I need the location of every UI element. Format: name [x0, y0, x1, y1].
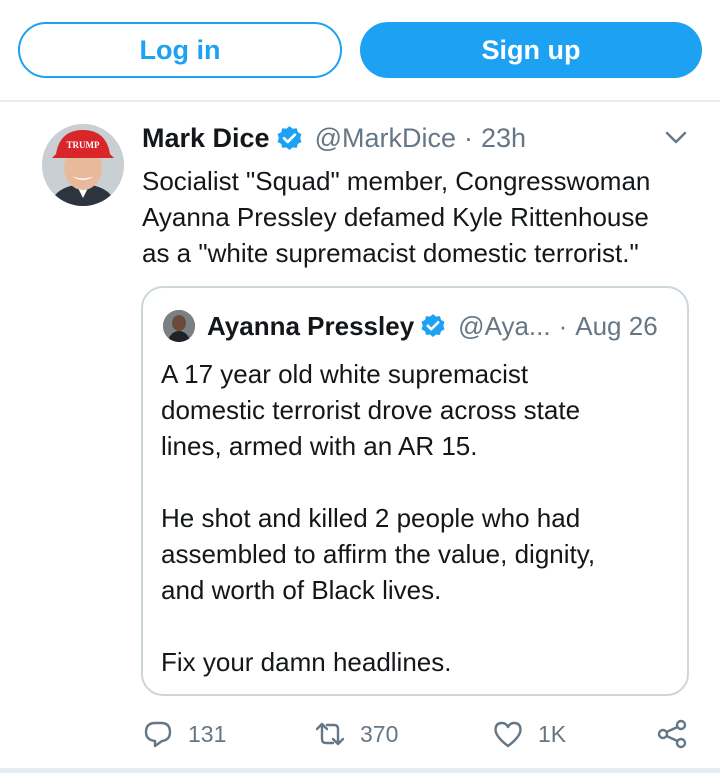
quoted-text-line — [161, 464, 671, 500]
like-button[interactable]: 1K — [492, 712, 566, 756]
tweet-header: Mark Dice @MarkDice · 23h — [142, 118, 526, 158]
chevron-down-icon[interactable] — [664, 128, 688, 148]
reply-icon — [144, 721, 172, 748]
auth-bar: Log in Sign up — [0, 0, 720, 100]
reply-count: 131 — [188, 720, 227, 747]
login-button[interactable]: Log in — [18, 22, 342, 78]
top-divider — [0, 100, 720, 102]
tweet-actions: 131 370 1K — [0, 712, 720, 756]
retweet-icon — [315, 722, 345, 746]
bottom-divider — [0, 768, 720, 773]
reply-button[interactable]: 131 — [142, 712, 226, 756]
like-count: 1K — [538, 720, 567, 747]
separator-dot: · — [464, 122, 473, 153]
retweet-count: 370 — [360, 720, 399, 747]
avatar-image: TRUMP — [42, 124, 124, 206]
quoted-text-line: assembled to affirm the value, dignity, — [161, 539, 596, 569]
share-icon — [657, 719, 687, 749]
tweet-text-line: Socialist "Squad" member, Congresswoman — [142, 166, 651, 196]
tweet-text-line: as a "white supremacist domestic terrori… — [142, 238, 639, 268]
signup-button[interactable]: Sign up — [360, 22, 702, 78]
avatar-hat-text: TRUMP — [67, 140, 100, 150]
verified-icon — [277, 125, 302, 150]
quoted-tweet[interactable]: Ayanna Pressley @Aya... · Aug 26 A 17 ye… — [141, 286, 689, 696]
tweet-time[interactable]: 23h — [481, 123, 526, 154]
quoted-avatar — [163, 310, 195, 342]
quoted-text: A 17 year old white supremacist domestic… — [161, 356, 671, 680]
avatar[interactable]: TRUMP — [42, 124, 124, 206]
tweet-text: Socialist "Squad" member, Congresswoman … — [142, 163, 702, 271]
quoted-text-line: Fix your damn headlines. — [161, 647, 452, 677]
quoted-avatar-image — [163, 310, 195, 342]
heart-icon — [494, 721, 522, 748]
separator-dot: · — [558, 310, 568, 341]
tweet-text-line: Ayanna Pressley defamed Kyle Rittenhouse — [142, 202, 649, 232]
retweet-button[interactable]: 370 — [314, 712, 398, 756]
quoted-text-line — [161, 608, 671, 644]
quoted-author-name: Ayanna Pressley — [207, 310, 415, 341]
author-handle[interactable]: @MarkDice — [315, 123, 456, 154]
quoted-text-line: domestic terrorist drove across state — [161, 395, 581, 425]
quoted-text-line: He shot and killed 2 people who had — [161, 503, 581, 533]
share-button[interactable] — [656, 712, 688, 756]
quoted-date: Aug 26 — [575, 310, 658, 341]
verified-icon — [421, 314, 445, 338]
quoted-text-line: and worth of Black lives. — [161, 575, 442, 605]
quoted-header: Ayanna Pressley @Aya... · Aug 26 — [207, 306, 658, 346]
quoted-text-line: A 17 year old white supremacist — [161, 359, 529, 389]
author-name[interactable]: Mark Dice — [142, 123, 270, 154]
quoted-handle: @Aya... — [458, 310, 551, 341]
quoted-text-line: lines, armed with an AR 15. — [161, 431, 478, 461]
